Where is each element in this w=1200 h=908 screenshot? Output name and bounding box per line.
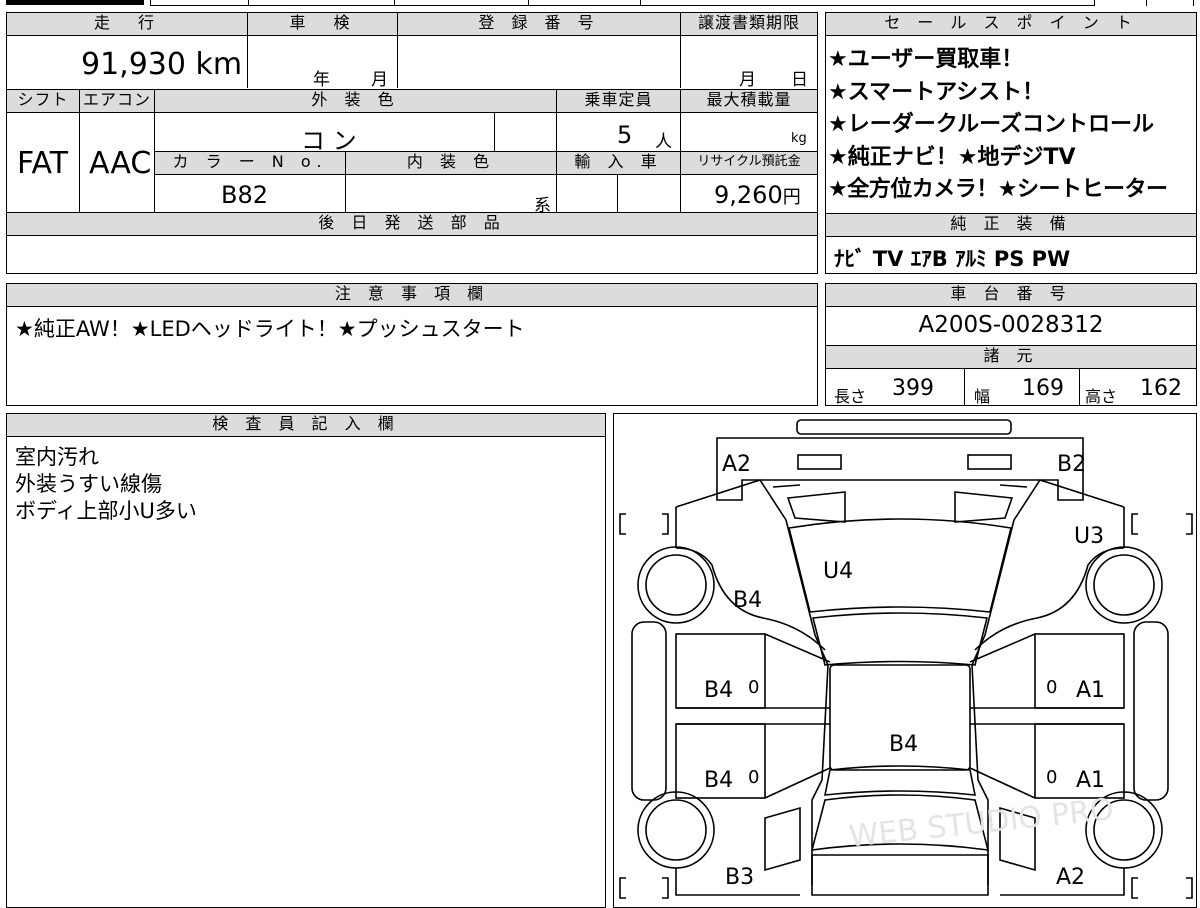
registration-header: 登 録 番 号 — [397, 12, 681, 36]
width-label: 幅 — [974, 387, 991, 406]
label-front-door-left: B4 — [704, 678, 733, 703]
import-header: 輸 入 車 — [556, 151, 681, 175]
inspection-month-unit: 月 — [371, 70, 388, 90]
label-fender-right: U3 — [1074, 524, 1104, 549]
label-rear-left: B3 — [725, 865, 754, 890]
chassis-number: A200S-0028312 — [918, 312, 1104, 338]
exterior-header: 外 装 色 — [154, 89, 557, 113]
transfer-header: 譲渡書類期限 — [680, 12, 818, 36]
ac-value: AAC — [89, 146, 152, 181]
maxload-header: 最大積載量 — [680, 89, 818, 113]
door-mark: 0 — [1046, 767, 1057, 788]
inspection-header: 車 検 — [247, 12, 398, 36]
mileage-header: 走 行 — [6, 12, 248, 36]
sales-points-box: セ ー ル ス ポ イ ン ト ★ユーザー買取車！ ★スマートアシスト！ ★レー… — [825, 12, 1197, 274]
label-rear-door-left: B4 — [704, 768, 733, 793]
transfer-day-unit: 日 — [791, 70, 808, 90]
length-value: 399 — [892, 376, 934, 401]
transfer-month-unit: 月 — [739, 70, 756, 90]
door-mark: 0 — [748, 767, 759, 788]
length-label: 長さ — [834, 387, 867, 406]
inspection-year-unit: 年 — [313, 70, 330, 90]
label-front-door-right: A1 — [1076, 678, 1105, 703]
vehicle-info-table: 走 行 車 検 登 録 番 号 譲渡書類期限 91,930 km 年 月 月 日… — [6, 12, 818, 274]
door-mark: 0 — [748, 677, 759, 698]
sales-point-line: ★ユーザー買取車！ — [828, 47, 1024, 72]
inspector-notes: 室内汚れ 外装うすい線傷 ボディ上部小U多い — [15, 444, 197, 525]
interior-header: 内 装 色 — [345, 151, 557, 175]
specs-header: 諸 元 — [825, 345, 1197, 369]
inspector-header: 検 査 員 記 入 欄 — [6, 413, 606, 437]
genuine-equipment-header: 純 正 装 備 — [825, 213, 1197, 237]
notes-header: 注 意 事 項 欄 — [6, 283, 818, 307]
inspector-box: 検 査 員 記 入 欄 室内汚れ 外装うすい線傷 ボディ上部小U多い — [6, 413, 606, 908]
label-front-left: A2 — [722, 452, 751, 477]
sales-point-line: ★純正ナビ！★地デジTV — [828, 144, 1076, 170]
notes-box: 注 意 事 項 欄 ★純正AW！★LEDヘッドライト！★プッシュスタート — [6, 283, 818, 406]
top-strip — [0, 0, 1200, 8]
label-front-right: B2 — [1057, 452, 1086, 477]
recycle-value: 9,260円 — [714, 181, 801, 209]
sales-point-line: ★レーダークルーズコントロール — [828, 112, 1154, 137]
shift-value: FAT — [17, 146, 69, 181]
label-fender-left: B4 — [733, 588, 762, 613]
capacity-value: 5 — [617, 121, 633, 149]
inspector-line: ボディ上部小U多い — [15, 499, 197, 523]
shift-header: シフト — [6, 89, 80, 113]
notes-text: ★純正AW！★LEDヘッドライト！★プッシュスタート — [15, 317, 525, 341]
mileage-value: 91,930 km — [81, 47, 243, 82]
colorno-value: B82 — [221, 181, 269, 209]
later-parts-header: 後 日 発 送 部 品 — [6, 212, 818, 236]
capacity-header: 乗車定員 — [556, 89, 681, 113]
sales-points-list: ★ユーザー買取車！ ★スマートアシスト！ ★レーダークルーズコントロール ★純正… — [828, 44, 1194, 207]
inspector-line: 外装うすい線傷 — [15, 472, 162, 496]
label-rear-right: A2 — [1056, 865, 1085, 890]
capacity-unit: 人 — [655, 132, 672, 152]
sales-points-header: セ ー ル ス ポ イ ン ト — [825, 12, 1197, 36]
car-diagram-box: WEB STUDIO PRO A2 B2 U4 B4 U3 B4 B4 A1 A… — [613, 413, 1197, 908]
ac-header: エアコン — [79, 89, 155, 113]
height-label: 高さ — [1085, 387, 1118, 406]
chassis-header: 車 台 番 号 — [825, 283, 1197, 307]
sales-point-line: ★全方位カメラ！★シートヒーター — [828, 177, 1168, 202]
width-value: 169 — [1022, 376, 1064, 401]
genuine-equipment-value: ﾅﾋﾞ TV ｴｱB ｱﾙﾐ PS PW — [834, 247, 1071, 271]
height-value: 162 — [1140, 376, 1182, 401]
maxload-unit: kg — [791, 131, 807, 146]
label-roof: B4 — [889, 732, 918, 757]
diagram-watermark: WEB STUDIO PRO — [847, 792, 1115, 855]
door-mark: 0 — [1046, 677, 1057, 698]
chassis-box: 車 台 番 号 A200S-0028312 諸 元 長さ 399 幅 169 高… — [825, 283, 1197, 406]
car-diagram: WEB STUDIO PRO A2 B2 U4 B4 U3 B4 B4 A1 A… — [619, 419, 1193, 899]
sales-point-line: ★スマートアシスト！ — [828, 79, 1045, 105]
label-rear-door-right: A1 — [1076, 768, 1105, 793]
colorno-header: カ ラ ー N o. — [154, 151, 346, 175]
recycle-header: リサイクル預託金 — [680, 151, 818, 175]
inspector-line: 室内汚れ — [15, 445, 99, 469]
label-hood: U4 — [823, 559, 853, 584]
